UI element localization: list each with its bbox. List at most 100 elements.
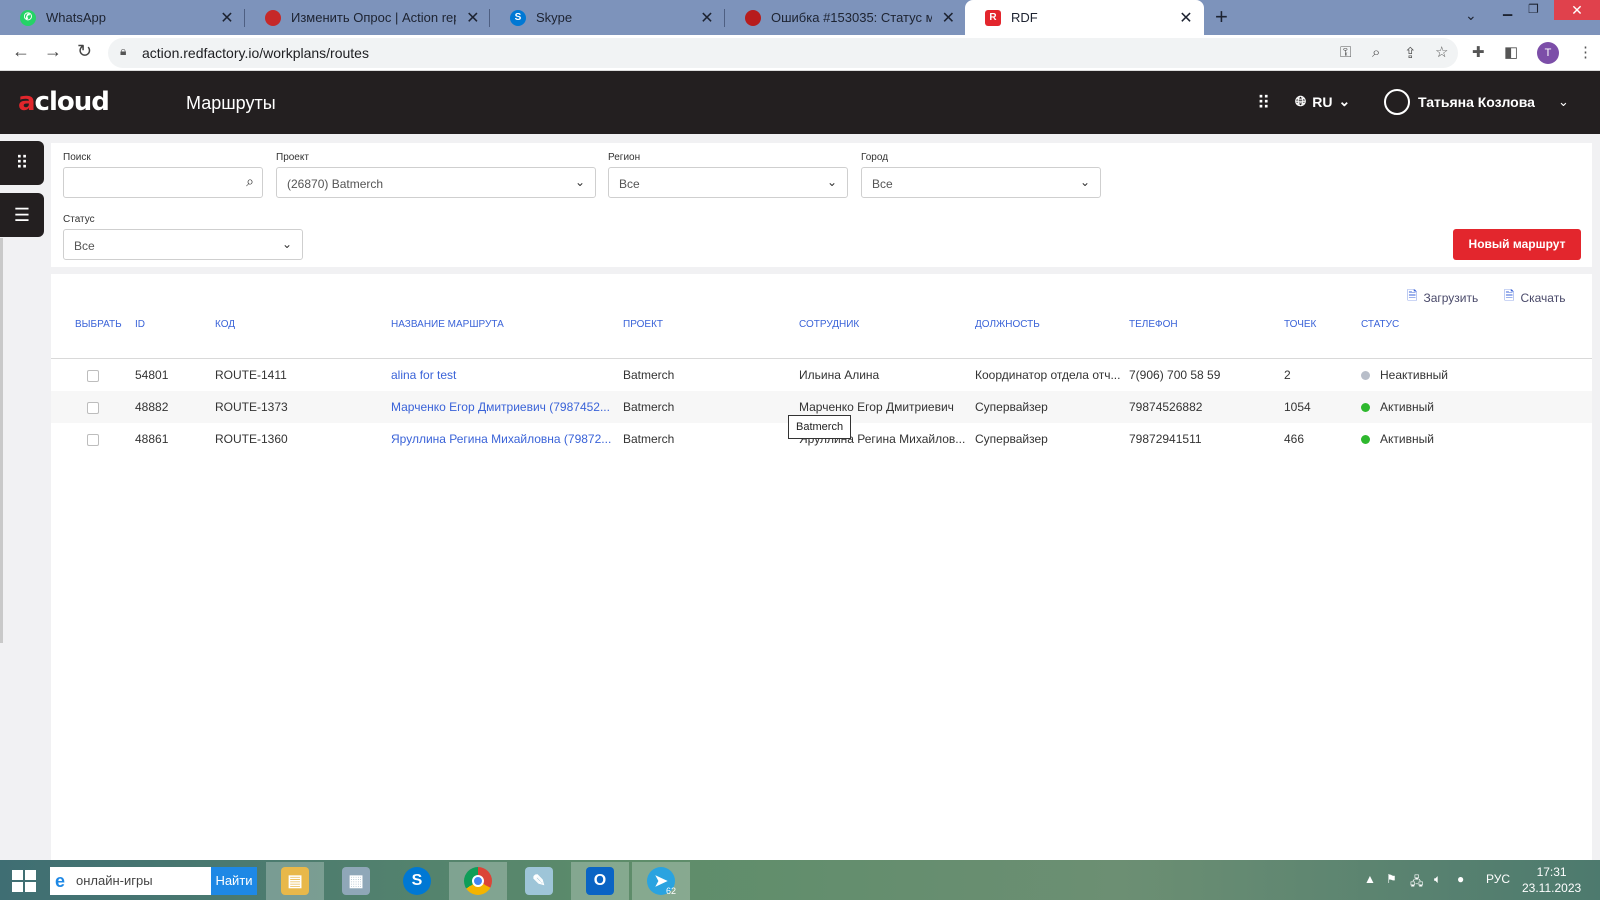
back-icon[interactable]: ←	[12, 41, 30, 62]
bookmark-star-icon[interactable]: ☆	[1435, 43, 1448, 61]
chevron-down-icon[interactable]: ⌄	[1558, 94, 1569, 110]
browser-menu-icon[interactable]: ⋮	[1578, 43, 1593, 61]
cell-code: ROUTE-1411	[215, 368, 287, 382]
column-header-phone[interactable]: Телефон	[1129, 319, 1178, 330]
cell-employee: Ильина Алина	[799, 368, 880, 382]
outlook-icon[interactable]: O	[571, 862, 629, 900]
new-route-button[interactable]: Новый маршрут	[1453, 229, 1581, 260]
close-icon[interactable]: ✕	[219, 8, 235, 28]
column-header-employee[interactable]: Сотрудник	[799, 319, 859, 330]
flag-icon[interactable]: ⚑	[1386, 872, 1397, 886]
taskbar-search-input[interactable]: e онлайн-игры	[50, 867, 211, 895]
skype-taskbar-icon[interactable]: S	[388, 862, 446, 900]
restore-icon[interactable]: ❐	[1528, 2, 1539, 16]
filters-panel: Поиск ⌕ Проект (26870) Batmerch ⌄ Регион…	[51, 143, 1592, 267]
tab-whatsapp[interactable]: ✆ WhatsApp ✕	[0, 0, 245, 35]
column-header-status[interactable]: Статус	[1361, 319, 1399, 330]
download-button[interactable]: 🗎︎ Скачать	[1504, 287, 1565, 309]
close-icon[interactable]: ✕	[1178, 8, 1194, 28]
user-avatar-icon	[1384, 89, 1410, 115]
search-input[interactable]: ⌕	[63, 167, 263, 198]
app-tray-icon[interactable]: ●	[1457, 872, 1464, 886]
notes-app-icon[interactable]: ✎	[510, 862, 568, 900]
address-bar[interactable]: 🔒︎ action.redfactory.io/workplans/routes…	[108, 38, 1458, 68]
side-panel-icon[interactable]: ◧	[1504, 43, 1518, 61]
page-title: Маршруты	[186, 93, 276, 113]
minimize-icon[interactable]: ▁	[1503, 2, 1512, 16]
city-select[interactable]: Все ⌄	[861, 167, 1101, 198]
cell-code: ROUTE-1360	[215, 432, 288, 446]
calculator-icon[interactable]: ▦	[327, 862, 385, 900]
browser-tab-strip: ✆ WhatsApp ✕ Изменить Опрос | Action rep…	[0, 0, 1600, 35]
cell-employee: Марченко Егор Дмитриевич	[799, 400, 954, 414]
menu-rail-button[interactable]: ☰	[0, 193, 44, 237]
cell-id: 54801	[135, 368, 169, 382]
close-icon[interactable]: ✕	[699, 8, 715, 28]
row-checkbox[interactable]	[87, 370, 99, 382]
row-checkbox[interactable]	[87, 402, 99, 414]
action-report-icon	[265, 9, 281, 26]
tab-redmine-issue[interactable]: Ошибка #153035: Статус маршру ✕	[725, 0, 965, 35]
status-dot-icon	[1361, 371, 1370, 380]
column-header-select[interactable]: Выбрать	[75, 319, 122, 330]
apps-rail-button[interactable]: ⠿	[0, 141, 44, 185]
region-select[interactable]: Все ⌄	[608, 167, 848, 198]
language-label: RU	[1312, 93, 1333, 110]
apps-grid-icon: ⠿	[15, 153, 29, 173]
chevron-down-icon: ⌄	[574, 175, 585, 189]
tab-rdf[interactable]: R RDF ✕	[965, 0, 1204, 35]
tab-skype[interactable]: S Skype ✕	[490, 0, 725, 35]
project-select[interactable]: (26870) Batmerch ⌄	[276, 167, 596, 198]
row-checkbox[interactable]	[87, 434, 99, 446]
volume-icon[interactable]: 🔈︎	[1434, 872, 1441, 887]
reload-icon[interactable]: ↻	[77, 41, 92, 62]
key-icon[interactable]: ⚿	[1340, 44, 1351, 61]
extensions-icon[interactable]: ✚	[1472, 43, 1485, 61]
share-icon[interactable]: ⇪	[1404, 44, 1417, 62]
tray-expand-icon[interactable]: ▲	[1364, 872, 1376, 886]
redmine-icon	[745, 9, 761, 26]
route-name-link[interactable]: Марченко Егор Дмитриевич (7987452...	[391, 400, 616, 414]
user-name: Татьяна Козлова	[1418, 94, 1535, 110]
forward-icon[interactable]: →	[44, 41, 62, 62]
route-name-link[interactable]: alina for test	[391, 368, 616, 382]
network-icon[interactable]: 🖧︎	[1410, 872, 1423, 893]
file-explorer-icon[interactable]: ▤	[266, 862, 324, 900]
windows-start-icon[interactable]	[12, 870, 36, 892]
route-name-link[interactable]: Яруллина Регина Михайловна (79872...	[391, 432, 616, 446]
status-select[interactable]: Все ⌄	[63, 229, 303, 260]
upload-button[interactable]: 🗎︎ Загрузить	[1407, 287, 1478, 309]
chevron-down-icon: ⌄	[281, 237, 292, 251]
language-selector[interactable]: 🌐︎ RU ⌄	[1295, 93, 1350, 110]
close-icon[interactable]: ✕	[942, 8, 955, 28]
column-header-route-name[interactable]: Название маршрута	[391, 319, 504, 330]
cell-position: Координатор отдела отч...	[975, 368, 1121, 382]
status-label: Статус	[63, 214, 95, 225]
telegram-icon[interactable]: ➤ 62	[632, 862, 690, 900]
profile-avatar[interactable]: T	[1537, 42, 1559, 64]
input-language[interactable]: РУС	[1486, 872, 1510, 886]
search-icon[interactable]: ⌕	[246, 173, 254, 190]
ie-icon: e	[55, 871, 66, 891]
windows-taskbar: e онлайн-игры Найти ▤ ▦ S ✎ O ➤ 62 ▲ ⚑ 🖧︎…	[0, 860, 1600, 900]
search-label: Поиск	[63, 152, 91, 163]
chevron-down-icon[interactable]: ⌄	[1465, 7, 1477, 24]
new-tab-icon[interactable]: +	[1215, 4, 1228, 30]
close-icon[interactable]: ✕	[466, 8, 480, 28]
table-row[interactable]: 54801 ROUTE-1411 alina for test Batmerch…	[51, 359, 1592, 391]
clock[interactable]: 17:31 23.11.2023	[1522, 864, 1581, 896]
window-close-icon[interactable]: ✕	[1554, 0, 1600, 20]
column-header-project[interactable]: Проект	[623, 319, 663, 330]
user-menu[interactable]: Татьяна Козлова	[1384, 89, 1535, 115]
column-header-position[interactable]: Должность	[975, 319, 1040, 330]
chrome-icon[interactable]	[449, 862, 507, 900]
apps-grid-icon[interactable]: ⠿	[1257, 93, 1270, 114]
download-file-icon: 🗎︎	[1504, 288, 1515, 303]
column-header-id[interactable]: ID	[135, 319, 145, 330]
tab-action-report[interactable]: Изменить Опрос | Action report ✕	[245, 0, 490, 35]
zoom-icon[interactable]: ⌕	[1372, 44, 1380, 61]
acloud-logo[interactable]: acloud	[18, 87, 110, 117]
taskbar-search-button[interactable]: Найти	[211, 867, 257, 895]
column-header-code[interactable]: Код	[215, 319, 235, 330]
column-header-points[interactable]: Точек	[1284, 319, 1316, 330]
